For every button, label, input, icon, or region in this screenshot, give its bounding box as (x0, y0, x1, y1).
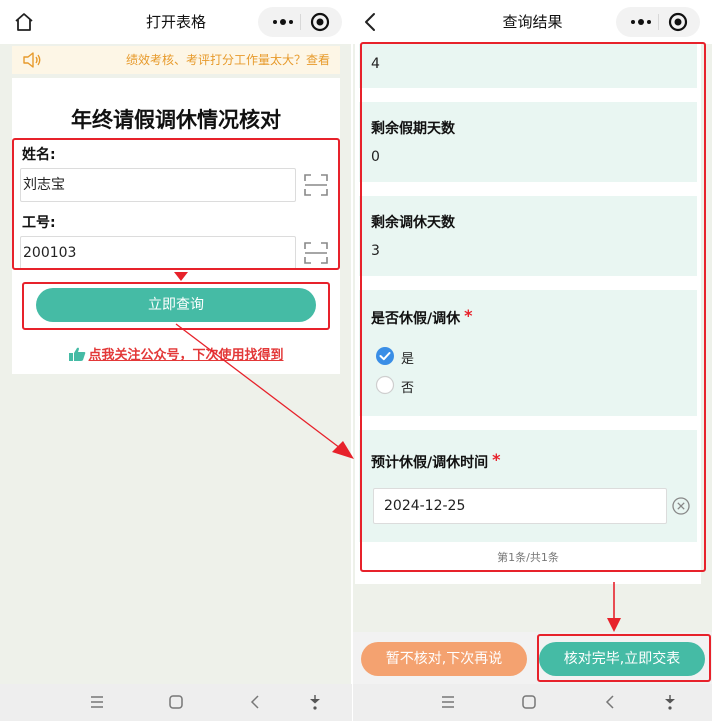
system-nav-left (0, 684, 352, 721)
radio-yes[interactable] (375, 346, 395, 366)
result-value: 3 (371, 243, 380, 259)
planned-time-label: 预计休假/调休时间 * (371, 450, 501, 472)
id-input[interactable]: 200103 (20, 236, 296, 270)
notice-bar[interactable]: 绩效考核、考评打分工作量太大？查看 (12, 46, 340, 74)
home-square-icon[interactable] (167, 693, 185, 711)
nav-bar: 打开表格 (0, 0, 352, 44)
date-input[interactable]: 2024-12-25 (373, 488, 667, 524)
notice-text[interactable]: 绩效考核、考评打分工作量太大？查看 (126, 46, 330, 74)
nav-bar: 查询结果 (353, 0, 712, 44)
capsule-divider (658, 14, 659, 30)
home-square-icon[interactable] (520, 693, 538, 711)
right-screen: 查询结果 4 剩余假期天数 0 剩余调休天数 3 是否休假/调休 * 是 否 预… (353, 0, 712, 721)
target-icon[interactable] (308, 10, 332, 34)
form-title: 年终请假调休情况核对 (71, 108, 281, 132)
capsule-menu (258, 7, 342, 37)
left-screen: 打开表格 绩效考核、考评打分工作量太大？查看 年终请假调休情况核对 姓名: 刘志… (0, 0, 352, 721)
form-card: 年终请假调休情况核对 姓名: 刘志宝 工号: 200103 立即查询 点我关注公… (12, 78, 340, 374)
id-label: 工号: (22, 215, 56, 231)
later-button[interactable]: 暂不核对,下次再说 (361, 642, 527, 676)
radio-no[interactable] (375, 375, 395, 395)
menu-icon[interactable] (439, 693, 457, 711)
result-item: 4 (359, 44, 697, 88)
question-text: 是否休假/调休 (371, 311, 461, 327)
capsule-menu (616, 7, 700, 37)
back-triangle-icon[interactable] (601, 693, 619, 711)
speaker-icon (22, 51, 42, 69)
system-nav-right (353, 684, 712, 721)
results-list: 4 剩余假期天数 0 剩余调休天数 3 是否休假/调休 * 是 否 预计休假/调休… (355, 44, 701, 584)
question-label: 是否休假/调休 * (371, 306, 473, 328)
required-mark: * (464, 306, 473, 325)
more-dots-icon[interactable] (626, 10, 656, 34)
result-value: 0 (371, 149, 380, 165)
radio-yes-label[interactable]: 是 (401, 348, 414, 367)
name-label: 姓名: (22, 147, 56, 163)
result-label: 剩余调休天数 (371, 215, 455, 231)
menu-icon[interactable] (88, 693, 106, 711)
follow-text[interactable]: 点我关注公众号，下次使用找得到 (88, 348, 283, 363)
scan-icon[interactable] (302, 171, 330, 199)
scan-icon[interactable] (302, 239, 330, 267)
required-mark: * (492, 450, 501, 469)
pointing-hand-icon (68, 346, 86, 362)
planned-time: 预计休假/调休时间 * 2024-12-25 (359, 430, 697, 542)
name-input[interactable]: 刘志宝 (20, 168, 296, 202)
clear-icon[interactable] (671, 496, 691, 516)
dropdown-icon[interactable] (306, 693, 324, 711)
action-bar: 暂不核对,下次再说 核对完毕,立即交表 (353, 632, 712, 684)
pager: 第1条/共1条 (497, 551, 559, 564)
dropdown-icon[interactable] (661, 693, 679, 711)
result-label: 剩余假期天数 (371, 121, 455, 137)
result-item: 剩余假期天数 0 (359, 102, 697, 182)
back-triangle-icon[interactable] (246, 693, 264, 711)
result-item: 剩余调休天数 3 (359, 196, 697, 276)
more-dots-icon[interactable] (268, 10, 298, 34)
query-button[interactable]: 立即查询 (36, 288, 316, 322)
result-value: 4 (371, 56, 380, 72)
planned-time-text: 预计休假/调休时间 (371, 455, 489, 471)
radio-no-label[interactable]: 否 (401, 377, 414, 396)
follow-link[interactable]: 点我关注公众号，下次使用找得到 (12, 344, 340, 363)
capsule-divider (300, 14, 301, 30)
submit-button[interactable]: 核对完毕,立即交表 (539, 642, 705, 676)
target-icon[interactable] (666, 10, 690, 34)
leave-question: 是否休假/调休 * 是 否 (359, 290, 697, 416)
